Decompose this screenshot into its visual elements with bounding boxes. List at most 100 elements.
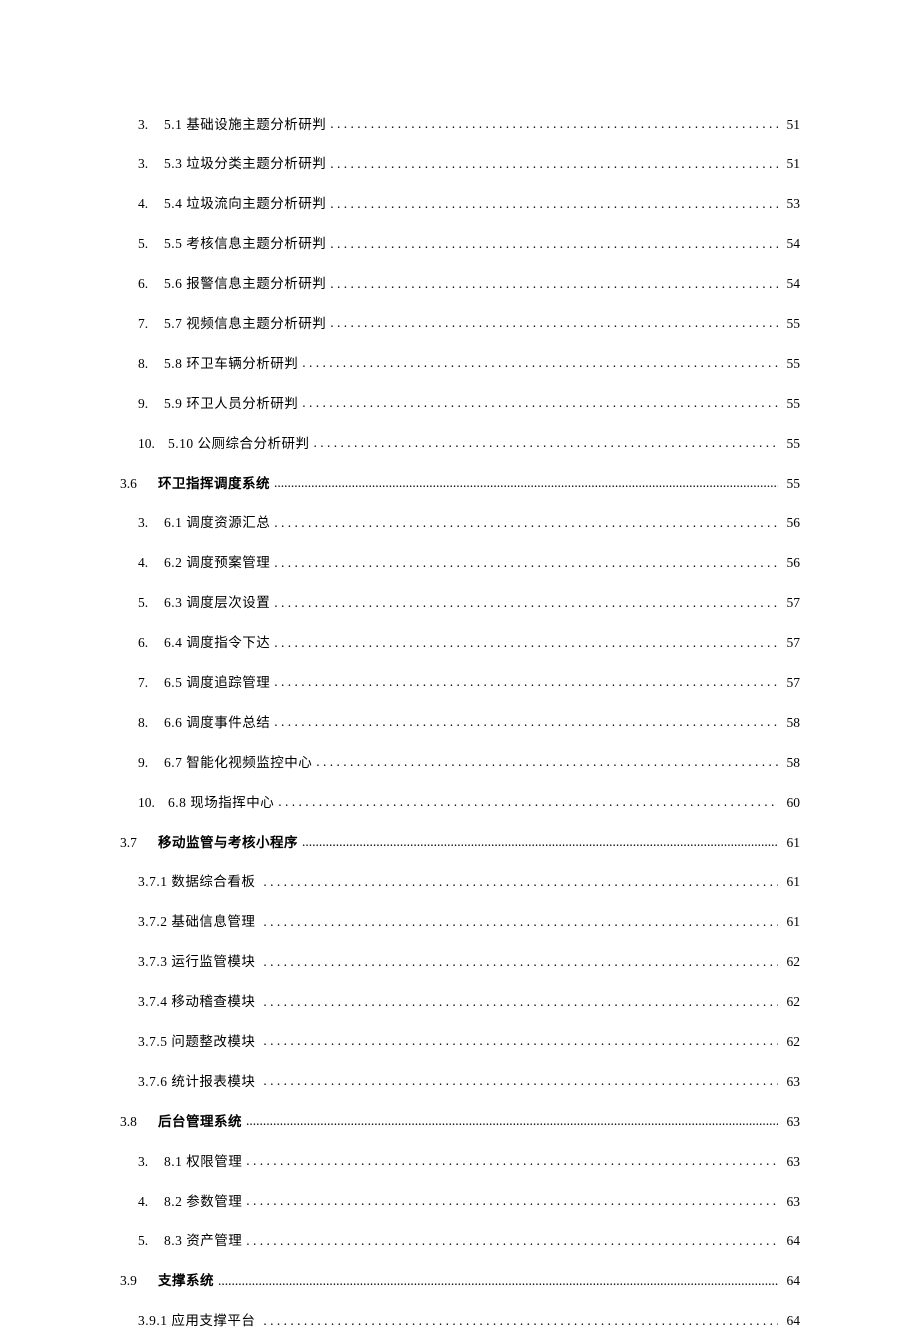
page-number: 54 [782,275,800,294]
item-title: 5.10 公厕综合分析研判 [168,435,310,454]
dot-leader [330,155,778,169]
page-number: 51 [782,116,800,135]
page-number: 64 [782,1312,800,1331]
page-number: 56 [782,554,800,573]
page-number: 58 [782,714,800,733]
section-title: 移动监管与考核小程序 [158,834,298,853]
page-number: 63 [782,1113,800,1132]
toc-entry: 4.8.2 参数管理63 [120,1192,800,1211]
page-number: 64 [782,1272,800,1291]
item-title: 8.2 参数管理 [164,1193,242,1212]
sub-title: 3.7.1 数据综合看板 [138,873,255,892]
sub-title: 3.7.2 基础信息管理 [138,913,255,932]
item-title: 8.3 资产管理 [164,1232,242,1251]
section-number: 3.6 [120,475,158,494]
dot-leader [263,993,778,1007]
page-number: 57 [782,674,800,693]
toc-entry: 10.5.10 公厕综合分析研判55 [120,434,800,453]
dot-leader [246,1192,778,1206]
item-title: 8.1 权限管理 [164,1153,242,1172]
dot-leader [316,753,778,767]
item-number: 3. [138,155,160,174]
page-number: 63 [782,1193,800,1212]
dot-leader [246,1112,778,1126]
dot-leader [263,1072,778,1086]
dot-leader [274,514,778,528]
page-number: 63 [782,1153,800,1172]
section-title: 环卫指挥调度系统 [158,475,270,494]
item-number: 6. [138,634,160,653]
item-number: 4. [138,554,160,573]
page-number: 62 [782,953,800,972]
item-number: 10. [138,435,164,454]
sub-title: 3.7.3 运行监管模块 [138,953,255,972]
dot-leader [330,314,778,328]
toc-entry: 9.6.7 智能化视频监控中心58 [120,753,800,772]
toc-entry: 3.7.4 移动稽查模块62 [120,993,800,1012]
item-number: 9. [138,395,160,414]
dot-leader [278,793,778,807]
page-number: 55 [782,315,800,334]
item-title: 5.1 基础设施主题分析研判 [164,116,326,135]
page-number: 55 [782,355,800,374]
item-title: 5.7 视频信息主题分析研判 [164,315,326,334]
dot-leader [274,474,778,488]
dot-leader [263,1032,778,1046]
dot-leader [314,434,779,448]
toc-entry: 3.5.1 基础设施主题分析研判 51 [120,115,800,134]
item-title: 5.5 考核信息主题分析研判 [164,235,326,254]
page-number: 61 [782,834,800,853]
dot-leader [263,913,778,927]
dot-leader [302,833,778,847]
toc-entry: 3.8后台管理系统63 [120,1112,800,1131]
item-number: 6. [138,275,160,294]
page-number: 53 [782,195,800,214]
dot-leader [330,235,778,249]
page-number: 60 [782,794,800,813]
page-number: 58 [782,754,800,773]
item-title: 6.6 调度事件总结 [164,714,270,733]
item-title: 6.3 调度层次设置 [164,594,270,613]
table-of-contents: 3.5.1 基础设施主题分析研判513.5.3 垃圾分类主题分析研判514.5.… [120,115,800,1331]
item-number: 4. [138,195,160,214]
item-number: 5. [138,594,160,613]
item-number: 5. [138,1232,160,1251]
toc-entry: 3.7.1 数据综合看板61 [120,873,800,892]
dot-leader [274,713,778,727]
toc-entry: 3.7.6 统计报表模块63 [120,1072,800,1091]
item-number: 5. [138,235,160,254]
page-number: 61 [782,913,800,932]
item-number: 9. [138,754,160,773]
item-number: 8. [138,355,160,374]
item-number: 3. [138,116,160,135]
item-title: 6.5 调度追踪管理 [164,674,270,693]
dot-leader [263,953,778,967]
toc-entry: 5.8.3 资产管理64 [120,1232,800,1251]
toc-entry: 3.9.1 应用支撑平台64 [120,1312,800,1331]
section-title: 后台管理系统 [158,1113,242,1132]
page-number: 55 [782,395,800,414]
page-number: 57 [782,634,800,653]
toc-entry: 3.7.5 问题整改模块62 [120,1032,800,1051]
page-number: 56 [782,514,800,533]
dot-leader [274,673,778,687]
section-title: 支撑系统 [158,1272,214,1291]
toc-entry: 3.8.1 权限管理 63 [120,1152,800,1171]
page-number: 63 [782,1073,800,1092]
item-number: 8. [138,714,160,733]
toc-entry: 10.6.8 现场指挥中心60 [120,793,800,812]
item-title: 5.3 垃圾分类主题分析研判 [164,155,326,174]
toc-entry: 3.6环卫指挥调度系统55 [120,474,800,493]
dot-leader [274,554,778,568]
item-number: 3. [138,1153,160,1172]
toc-entry: 3.7.2 基础信息管理 61 [120,913,800,932]
toc-entry: 5.5.5 考核信息主题分析研判54 [120,235,800,254]
dot-leader [330,275,778,289]
dot-leader [263,873,778,887]
item-title: 5.8 环卫车辆分析研判 [164,355,298,374]
toc-entry: 3.9支撑系统64 [120,1272,800,1291]
sub-title: 3.7.4 移动稽查模块 [138,993,255,1012]
toc-entry: 7.5.7 视频信息主题分析研判55 [120,314,800,333]
toc-entry: 6.5.6 报警信息主题分析研判54 [120,275,800,294]
page-number: 51 [782,155,800,174]
